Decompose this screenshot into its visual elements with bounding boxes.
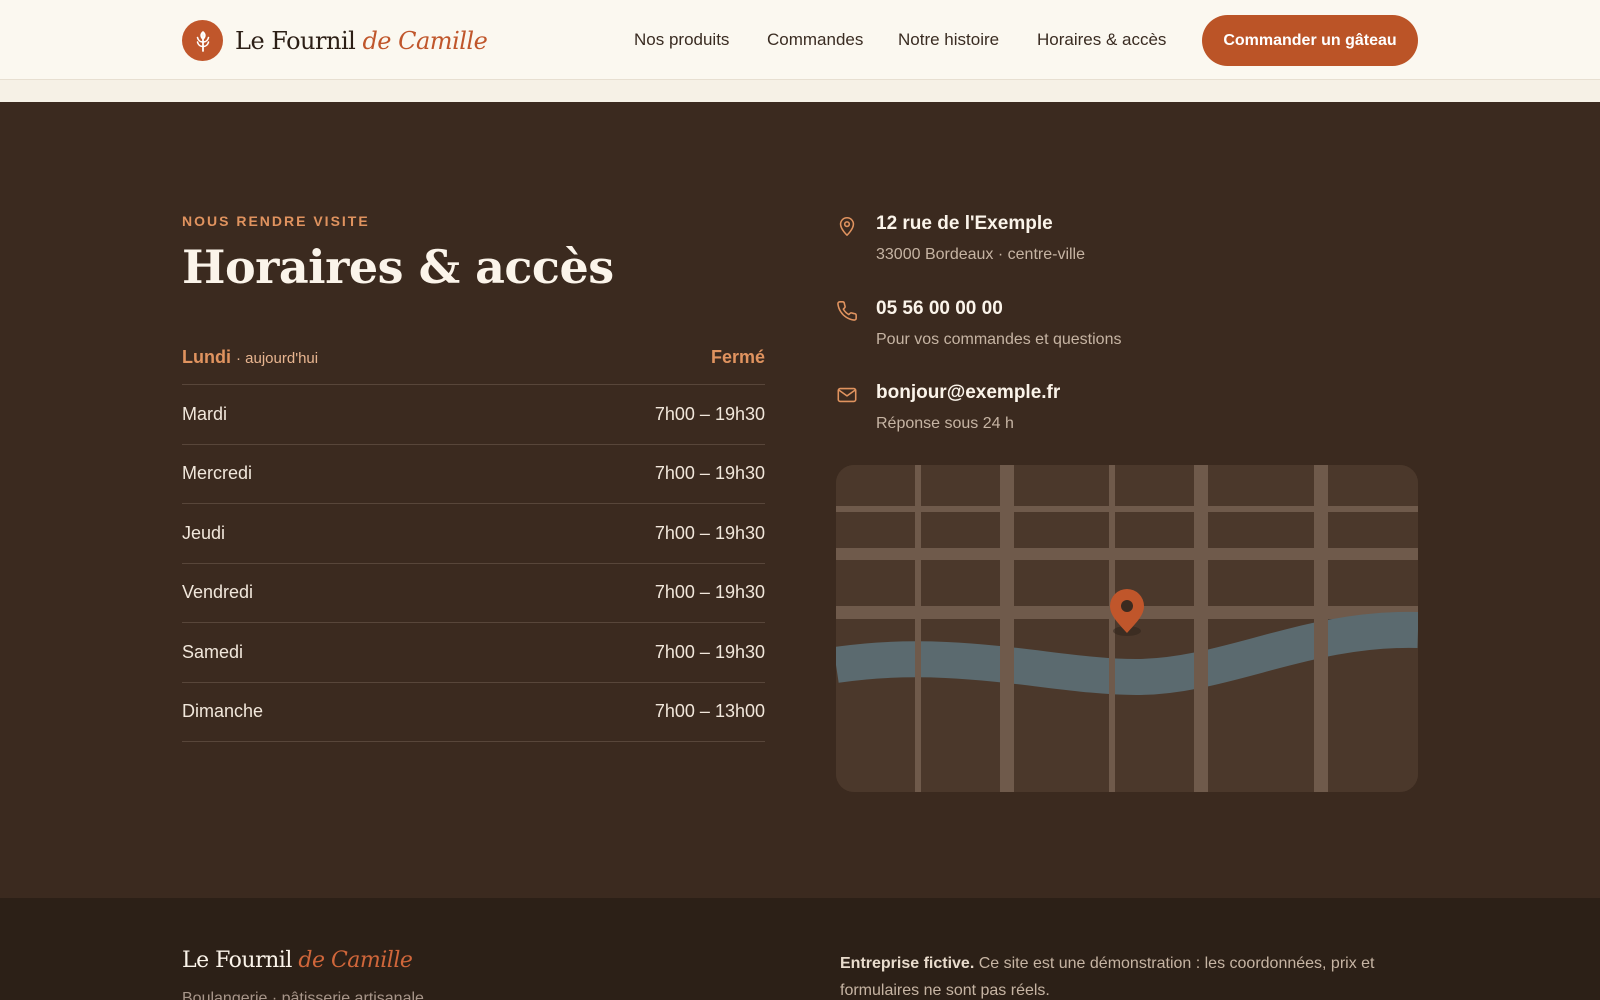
email-address[interactable]: bonjour@exemple.fr bbox=[876, 382, 1060, 404]
hours-day: Lundi bbox=[182, 346, 231, 367]
nav-link-hours[interactable]: Horaires & accès bbox=[1037, 30, 1166, 50]
footer-tagline: Boulangerie · pâtisserie artisanale bbox=[182, 990, 424, 1000]
hours-row: Samedi 7h00 – 19h30 bbox=[182, 623, 765, 683]
hours-day: Vendredi bbox=[182, 582, 254, 603]
hours-time: 7h00 – 19h30 bbox=[654, 463, 765, 484]
header-shadow-strip bbox=[0, 80, 1600, 102]
hours-row-today: Lundi · aujourd'hui Fermé bbox=[182, 330, 765, 385]
hours-row: Vendredi 7h00 – 19h30 bbox=[182, 564, 765, 623]
hours-time: 7h00 – 19h30 bbox=[654, 403, 765, 424]
hours-time: 7h00 – 19h30 bbox=[654, 582, 765, 603]
phone-icon bbox=[836, 300, 858, 322]
map-pin-icon bbox=[836, 215, 858, 237]
order-cake-button[interactable]: Commander un gâteau bbox=[1202, 15, 1418, 66]
hours-time: 7h00 – 19h30 bbox=[654, 641, 765, 662]
section-title: Horaires & accès bbox=[182, 240, 614, 294]
hours-day-label: Lundi · aujourd'hui bbox=[182, 347, 318, 368]
brand-name: Le Fournil de Camille bbox=[235, 26, 488, 55]
footer-brand-accent: de Camille bbox=[298, 948, 413, 973]
mail-icon bbox=[836, 384, 858, 406]
today-note: · aujourd'hui bbox=[236, 349, 319, 367]
map-illustration bbox=[836, 465, 1418, 792]
email-note: Réponse sous 24 h bbox=[876, 415, 1014, 432]
hours-day: Dimanche bbox=[182, 701, 264, 722]
phone-note: Pour vos commandes et questions bbox=[876, 331, 1122, 348]
nav-link-orders[interactable]: Commandes bbox=[767, 30, 863, 50]
phone-number[interactable]: 05 56 00 00 00 bbox=[876, 298, 1003, 320]
hours-time: Fermé bbox=[710, 346, 765, 367]
opening-hours-list: Lundi · aujourd'hui Fermé Mardi 7h00 – 1… bbox=[182, 330, 765, 742]
wheat-icon bbox=[182, 20, 223, 61]
hours-day: Samedi bbox=[182, 641, 244, 662]
hours-row: Jeudi 7h00 – 19h30 bbox=[182, 504, 765, 564]
address-street: 12 rue de l'Exemple bbox=[876, 213, 1053, 234]
location-map[interactable] bbox=[836, 465, 1418, 792]
site-header: Le Fournil de Camille Nos produits Comma… bbox=[0, 0, 1600, 80]
footer-brand-main: Le Fournil bbox=[182, 948, 292, 973]
disclaimer-bold: Entreprise fictive. bbox=[840, 955, 975, 972]
hours-row: Mardi 7h00 – 19h30 bbox=[182, 385, 765, 445]
hours-day: Jeudi bbox=[182, 522, 226, 543]
hours-time: 7h00 – 13h00 bbox=[654, 701, 765, 722]
hours-row: Dimanche 7h00 – 13h00 bbox=[182, 683, 765, 742]
brand-name-accent: de Camille bbox=[362, 26, 488, 55]
nav-link-products[interactable]: Nos produits bbox=[634, 30, 729, 50]
hours-row: Mercredi 7h00 – 19h30 bbox=[182, 445, 765, 504]
footer-brand: Le Fournil de Camille bbox=[182, 948, 413, 973]
brand-name-main: Le Fournil bbox=[235, 26, 356, 55]
section-eyebrow: NOUS RENDRE VISITE bbox=[182, 213, 370, 229]
hours-day: Mercredi bbox=[182, 463, 253, 484]
footer-disclaimer: Entreprise fictive. Ce site est une démo… bbox=[840, 950, 1430, 1000]
hours-day: Mardi bbox=[182, 403, 228, 424]
address-city: 33000 Bordeaux · centre-ville bbox=[876, 246, 1086, 263]
hours-time: 7h00 – 19h30 bbox=[654, 522, 765, 543]
map-pin-marker-icon bbox=[1110, 589, 1144, 636]
nav-link-story[interactable]: Notre histoire bbox=[898, 30, 999, 50]
brand-logo[interactable]: Le Fournil de Camille bbox=[182, 20, 488, 61]
